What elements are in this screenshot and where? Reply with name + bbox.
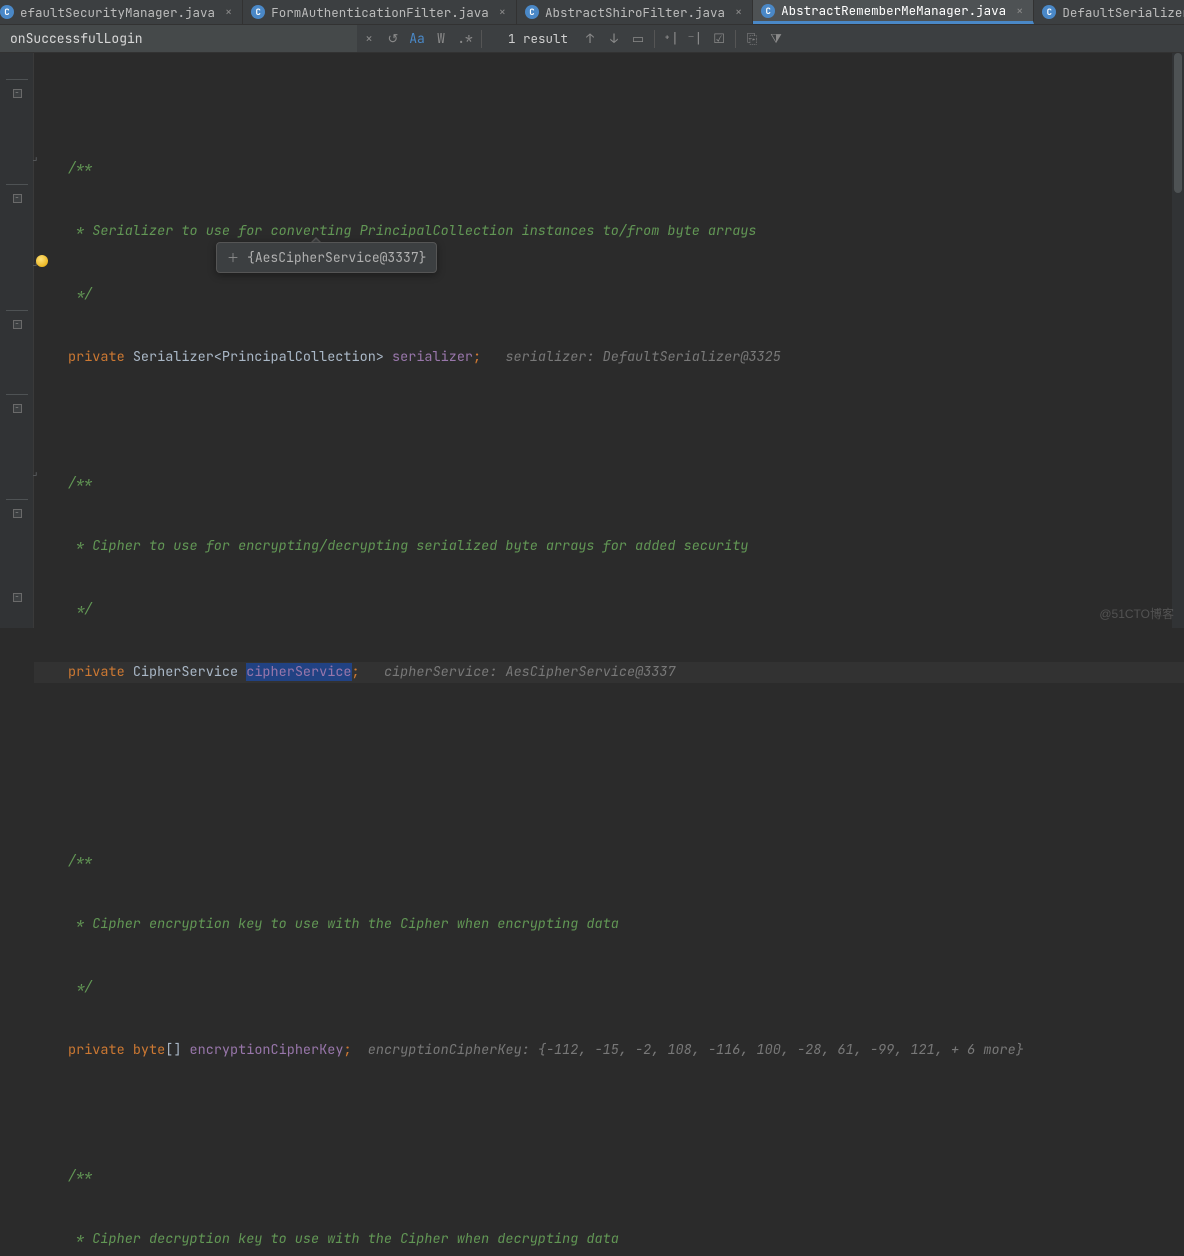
debug-evaluate-tooltip[interactable]: ＋ {AesCipherService@3337} xyxy=(216,242,437,273)
inlay-hint: serializer: DefaultSerializer@3325 xyxy=(505,348,780,366)
keyword-private: private xyxy=(68,1041,125,1059)
editor-tabs: C efaultSecurityManager.java × C FormAut… xyxy=(0,0,1184,25)
method-sep-icon xyxy=(6,499,28,500)
find-input[interactable] xyxy=(0,25,357,52)
method-sep-icon xyxy=(6,310,28,311)
find-toolbar: × ↺ Aa W .* 1 result ↑ ↓ ▭ ⁺| ⁻| ☑ ⎘ ⧩ xyxy=(0,25,1184,53)
next-match-icon[interactable]: ↓ xyxy=(602,25,626,52)
prev-match-icon[interactable]: ↑ xyxy=(578,25,602,52)
semicolon: ; xyxy=(343,1041,351,1059)
javadoc-open: /** xyxy=(68,852,92,870)
class-icon: C xyxy=(761,4,775,18)
javadoc-close: */ xyxy=(68,600,92,618)
close-icon[interactable]: × xyxy=(499,4,506,20)
tab-label: AbstractRememberMeManager.java xyxy=(781,2,1006,19)
select-all-icon[interactable]: ☑ xyxy=(707,25,731,52)
tab-label: FormAuthenticationFilter.java xyxy=(271,4,489,21)
regex-icon[interactable]: .* xyxy=(453,25,477,52)
fold-indicator[interactable]: − xyxy=(0,398,34,419)
class-icon: C xyxy=(525,5,539,19)
separator xyxy=(654,30,655,48)
keyword-byte: byte xyxy=(133,1041,165,1059)
filter-icon[interactable]: ⧩ xyxy=(764,25,788,52)
tab-label: efaultSecurityManager.java xyxy=(20,4,215,21)
fold-indicator[interactable]: − xyxy=(0,83,34,104)
brackets: [] xyxy=(165,1041,181,1059)
close-icon[interactable]: × xyxy=(735,4,742,20)
semicolon: ; xyxy=(473,348,481,366)
javadoc-close: */ xyxy=(68,978,92,996)
semicolon: ; xyxy=(352,663,360,681)
inlay-hint: cipherService: AesCipherService@3337 xyxy=(384,663,676,681)
tab-label: AbstractShiroFilter.java xyxy=(545,4,725,21)
fold-indicator[interactable]: − xyxy=(0,503,34,524)
export-icon[interactable]: ⎘ xyxy=(740,25,764,52)
editor-gutter: − ⌟ − ⌟ − − ⌟ − − xyxy=(0,53,34,628)
tooltip-value: {AesCipherService@3337} xyxy=(247,249,426,266)
select-in-editor-icon[interactable]: ▭ xyxy=(626,25,650,52)
watermark: @51CTO博客 xyxy=(1099,605,1174,622)
field-cipher-service: cipherService xyxy=(246,663,351,681)
vertical-scrollbar[interactable] xyxy=(1172,53,1184,628)
class-icon: C xyxy=(0,5,14,19)
type-ref: Serializer<PrincipalCollection> xyxy=(133,348,384,366)
javadoc-line: * Cipher decryption key to use with the … xyxy=(68,1230,619,1248)
separator xyxy=(481,30,482,48)
separator xyxy=(735,30,736,48)
javadoc-open: /** xyxy=(68,1167,92,1185)
tab-label: DefaultSerializer.java xyxy=(1062,4,1184,21)
keyword-private: private xyxy=(68,348,125,366)
javadoc-open: /** xyxy=(68,159,92,177)
javadoc-close: */ xyxy=(68,285,92,303)
tab-default-serializer[interactable]: C DefaultSerializer.java × xyxy=(1034,0,1184,24)
class-icon: C xyxy=(251,5,265,19)
tab-abstract-shiro-filter[interactable]: C AbstractShiroFilter.java × xyxy=(517,0,753,24)
type-ref: CipherService xyxy=(133,663,238,681)
method-sep-icon xyxy=(6,79,28,80)
javadoc-line: * Serializer to use for converting Princ… xyxy=(68,222,757,240)
javadoc-line: * Cipher encryption key to use with the … xyxy=(68,915,619,933)
close-find-icon[interactable]: × xyxy=(357,25,381,52)
expand-icon[interactable]: ＋ xyxy=(227,249,239,266)
close-icon[interactable]: × xyxy=(225,4,232,20)
caret-line[interactable]: private CipherService cipherService; cip… xyxy=(34,662,1184,683)
fold-indicator[interactable]: − xyxy=(0,314,34,335)
tab-default-security-manager[interactable]: C efaultSecurityManager.java × xyxy=(0,0,243,24)
match-case-icon[interactable]: Aa xyxy=(405,25,429,52)
scrollbar-thumb[interactable] xyxy=(1174,53,1182,193)
fold-indicator[interactable]: − xyxy=(0,587,34,608)
add-selection-icon[interactable]: ⁺| xyxy=(659,25,683,52)
close-icon[interactable]: × xyxy=(1016,3,1023,19)
method-sep-icon xyxy=(6,394,28,395)
code-editor[interactable]: /** * Serializer to use for converting P… xyxy=(34,53,1184,1256)
whole-word-icon[interactable]: W xyxy=(429,25,453,52)
tab-form-auth-filter[interactable]: C FormAuthenticationFilter.java × xyxy=(243,0,517,24)
tab-abstract-remember-me-manager[interactable]: C AbstractRememberMeManager.java × xyxy=(753,0,1034,24)
fold-indicator[interactable]: − xyxy=(0,188,34,209)
find-result-count: 1 result xyxy=(508,30,568,47)
inlay-hint: encryptionCipherKey: {-112, -15, -2, 108… xyxy=(368,1041,1024,1059)
class-icon: C xyxy=(1042,5,1056,19)
javadoc-line: * Cipher to use for encrypting/decryptin… xyxy=(68,537,748,555)
field-serializer: serializer xyxy=(392,348,473,366)
history-icon[interactable]: ↺ xyxy=(381,25,405,52)
field-encryption-key: encryptionCipherKey xyxy=(190,1041,344,1059)
method-sep-icon xyxy=(6,184,28,185)
remove-selection-icon[interactable]: ⁻| xyxy=(683,25,707,52)
javadoc-open: /** xyxy=(68,474,92,492)
keyword-private: private xyxy=(68,663,125,681)
